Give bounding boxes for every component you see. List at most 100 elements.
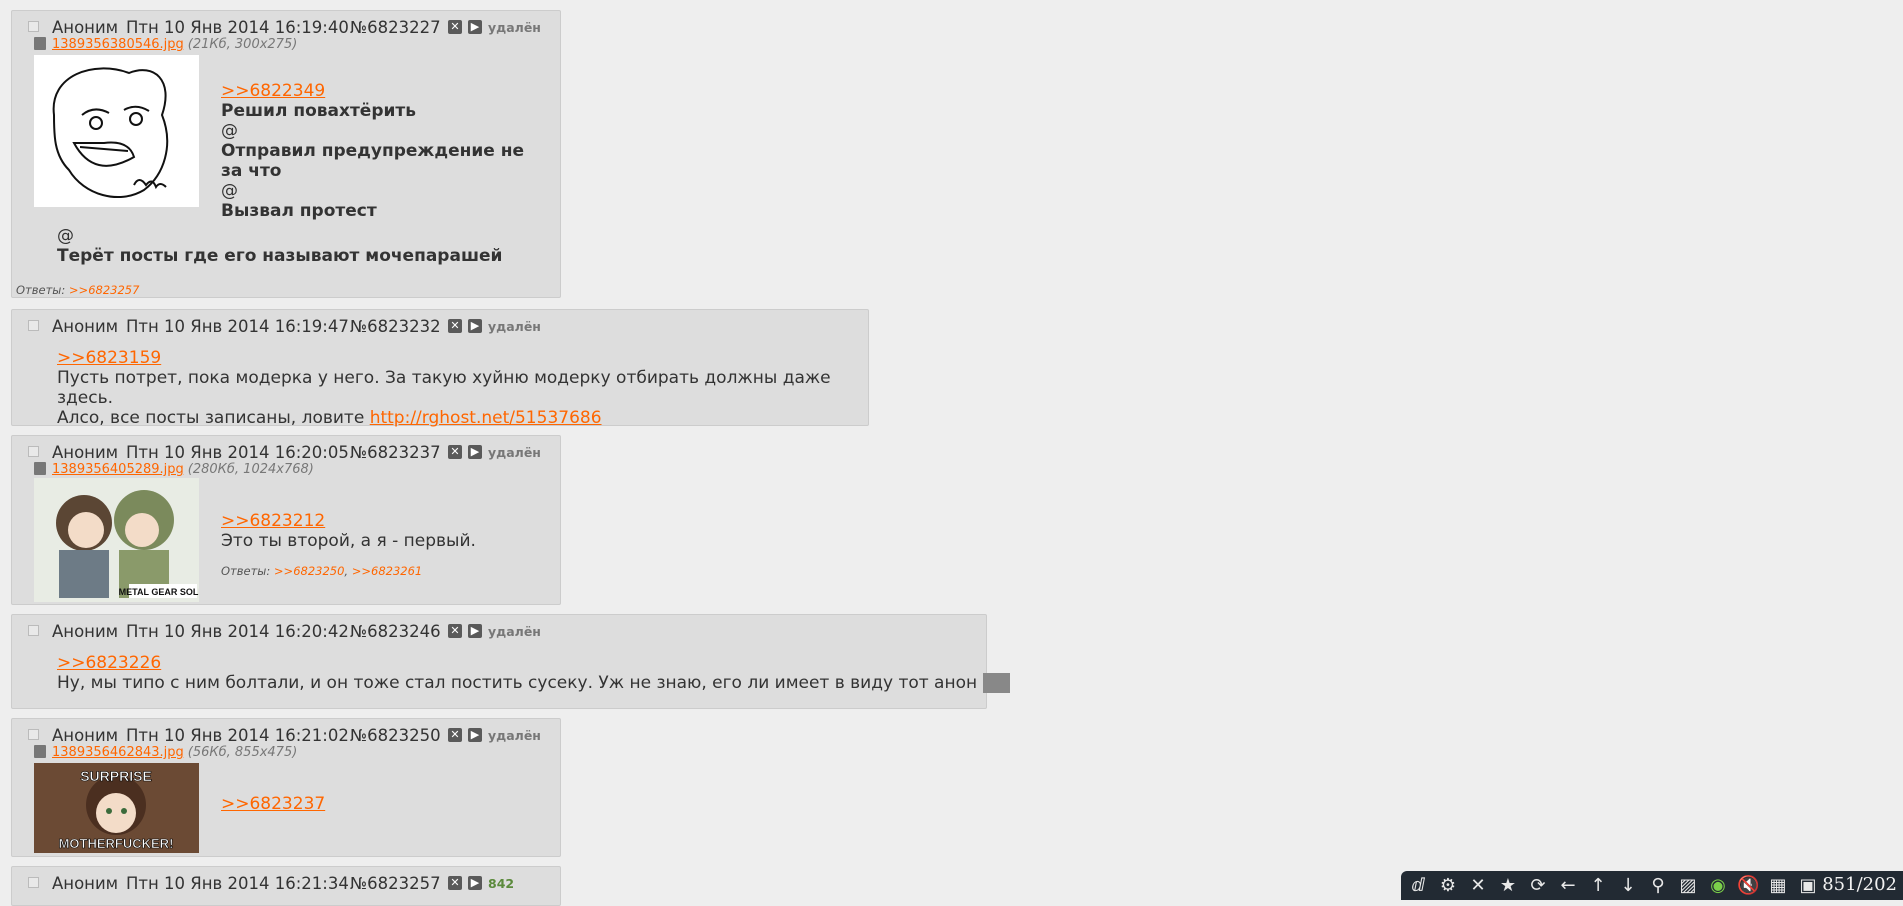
- close-icon[interactable]: ✕: [1467, 875, 1489, 897]
- thumbnail-caption: MOTHERFUCKER!: [59, 836, 174, 851]
- play-icon[interactable]: ▶: [468, 876, 482, 890]
- post-line: Ну, мы типо с ним болтали, и он тоже ста…: [57, 673, 978, 693]
- poster-name: Аноним: [52, 443, 119, 462]
- file-info: 1389356462843.jpg (56Кб, 855x475): [34, 745, 297, 760]
- thumbnail-caption: SURPRISE: [80, 768, 152, 784]
- arrow-left-icon[interactable]: ←: [1557, 875, 1579, 897]
- replies-label: Ответы:: [16, 283, 66, 297]
- star-icon[interactable]: ★: [1497, 875, 1519, 897]
- play-icon[interactable]: ▶: [468, 20, 482, 34]
- post-line: Терёт посты где его называют мочепарашей: [57, 246, 503, 266]
- post: Аноним Птн 10 Янв 2014 16:20:42 №6823246…: [11, 614, 1010, 709]
- file-link[interactable]: 1389356380546.jpg: [52, 37, 184, 52]
- post-number[interactable]: №6823257: [350, 874, 441, 893]
- post-number[interactable]: №6823237: [350, 443, 441, 462]
- post-line: Пусть потрет, пока модерка у него. За та…: [57, 368, 831, 408]
- replies: Ответы: >>6823257: [16, 283, 139, 297]
- post-select-checkbox[interactable]: [28, 625, 39, 636]
- post-date: Птн 10 Янв 2014 16:20:05: [126, 443, 349, 462]
- post: Аноним Птн 10 Янв 2014 16:21:34 №6823257…: [11, 866, 561, 906]
- poster-name: Аноним: [52, 622, 119, 641]
- delete-icon[interactable]: ✕: [448, 876, 462, 890]
- delete-icon[interactable]: ✕: [448, 20, 462, 34]
- post: Аноним Птн 10 Янв 2014 16:19:40 №6823227…: [11, 10, 561, 298]
- post: Аноним Птн 10 Янв 2014 16:20:05 №6823237…: [11, 435, 561, 605]
- post-line: @: [57, 226, 74, 246]
- logo-icon[interactable]: ⅆ: [1407, 875, 1429, 897]
- reply-link[interactable]: >>6823212: [221, 511, 325, 531]
- file-meta: (280Кб, 1024x768): [187, 462, 314, 477]
- poster-name: Аноним: [52, 726, 119, 745]
- post-body: >>6823226 Ну, мы типо с ним болтали, и о…: [57, 653, 1010, 693]
- grid-icon[interactable]: ▦: [1767, 875, 1789, 897]
- post-line: Это ты второй, а я - первый.: [221, 531, 476, 551]
- delete-icon[interactable]: ✕: [448, 624, 462, 638]
- eye-icon[interactable]: ◉: [1707, 875, 1729, 897]
- post-number[interactable]: №6823250: [350, 726, 441, 745]
- play-icon[interactable]: ▶: [468, 624, 482, 638]
- external-link[interactable]: http://rghost.net/51537686: [370, 408, 602, 428]
- post-select-checkbox[interactable]: [28, 320, 39, 331]
- post-date: Птн 10 Янв 2014 16:19:40: [126, 18, 349, 37]
- reply-link[interactable]: >>6823226: [57, 653, 161, 673]
- delete-icon[interactable]: ✕: [448, 319, 462, 333]
- refresh-icon[interactable]: ⟳: [1527, 875, 1549, 897]
- post-number[interactable]: №6823232: [350, 317, 441, 336]
- file-link[interactable]: 1389356405289.jpg: [52, 462, 184, 477]
- file-icon: [34, 745, 46, 758]
- reply-backlink[interactable]: >>6823250: [274, 564, 345, 578]
- poster-name: Аноним: [52, 317, 119, 336]
- reply-backlink[interactable]: >>6823261: [352, 564, 423, 578]
- post-date: Птн 10 Янв 2014 16:21:34: [126, 874, 349, 893]
- delete-icon[interactable]: ✕: [448, 445, 462, 459]
- post-status: удалён: [488, 319, 541, 334]
- file-icon: [34, 462, 46, 475]
- play-icon[interactable]: ▶: [468, 319, 482, 333]
- post-line: Решил повахтёрить: [221, 101, 417, 121]
- post-body: >>6822349 Решил повахтёрить @ Отправил п…: [221, 81, 524, 221]
- save-icon[interactable]: ▣: [1797, 875, 1819, 897]
- post-select-checkbox[interactable]: [28, 21, 39, 32]
- file-meta: (21Кб, 300x275): [187, 37, 298, 52]
- post-status: 842: [488, 876, 515, 891]
- arrow-up-icon[interactable]: ↑: [1587, 875, 1609, 897]
- thumbnail-image[interactable]: METAL GEAR SOLID: [34, 478, 199, 602]
- delete-icon[interactable]: ✕: [448, 728, 462, 742]
- post-number[interactable]: №6823227: [350, 18, 441, 37]
- post-body: >>6823237: [221, 794, 325, 814]
- post-select-checkbox[interactable]: [28, 446, 39, 457]
- mute-icon[interactable]: 🔇: [1737, 875, 1759, 897]
- file-link[interactable]: 1389356462843.jpg: [52, 745, 184, 760]
- spoiler[interactable]: _-_: [982, 673, 1010, 693]
- post-status: удалён: [488, 624, 541, 639]
- post-body: >>6823212 Это ты второй, а я - первый.: [221, 511, 476, 551]
- gear-icon[interactable]: ⚙: [1437, 875, 1459, 897]
- post-select-checkbox[interactable]: [28, 729, 39, 740]
- thumbnail-image[interactable]: [34, 55, 199, 207]
- post-line: @: [221, 181, 238, 201]
- reply-link[interactable]: >>6823159: [57, 348, 161, 368]
- bottom-toolbar: ⅆ ⚙ ✕ ★ ⟳ ← ↑ ↓ ⚲ ▨ ◉ 🔇 ▦ ▣ 851/202: [1401, 871, 1903, 900]
- play-icon[interactable]: ▶: [468, 728, 482, 742]
- post-line: Алсо, все посты записаны, ловите: [57, 408, 370, 428]
- zoom-icon[interactable]: ⚲: [1647, 875, 1669, 897]
- post-body-continued: @ Терёт посты где его называют мочепараш…: [57, 226, 502, 266]
- post-select-checkbox[interactable]: [28, 877, 39, 888]
- post-line: @: [221, 121, 238, 141]
- reply-backlink[interactable]: >>6823257: [69, 283, 140, 297]
- hatch-icon[interactable]: ▨: [1677, 875, 1699, 897]
- post-number[interactable]: №6823246: [350, 622, 441, 641]
- replies-label: Ответы:: [221, 564, 271, 578]
- reply-link[interactable]: >>6823237: [221, 794, 325, 814]
- post-status: удалён: [488, 445, 541, 460]
- thumbnail-caption: METAL GEAR SOLID: [119, 587, 199, 597]
- file-info: 1389356405289.jpg (280Кб, 1024x768): [34, 462, 314, 477]
- reply-link[interactable]: >>6822349: [221, 81, 325, 101]
- arrow-down-icon[interactable]: ↓: [1617, 875, 1639, 897]
- play-icon[interactable]: ▶: [468, 445, 482, 459]
- post-date: Птн 10 Янв 2014 16:20:42: [126, 622, 349, 641]
- thumbnail-image[interactable]: SURPRISE MOTHERFUCKER!: [34, 763, 199, 853]
- post-status: удалён: [488, 20, 541, 35]
- post: Аноним Птн 10 Янв 2014 16:21:02 №6823250…: [11, 718, 561, 857]
- poster-name: Аноним: [52, 18, 119, 37]
